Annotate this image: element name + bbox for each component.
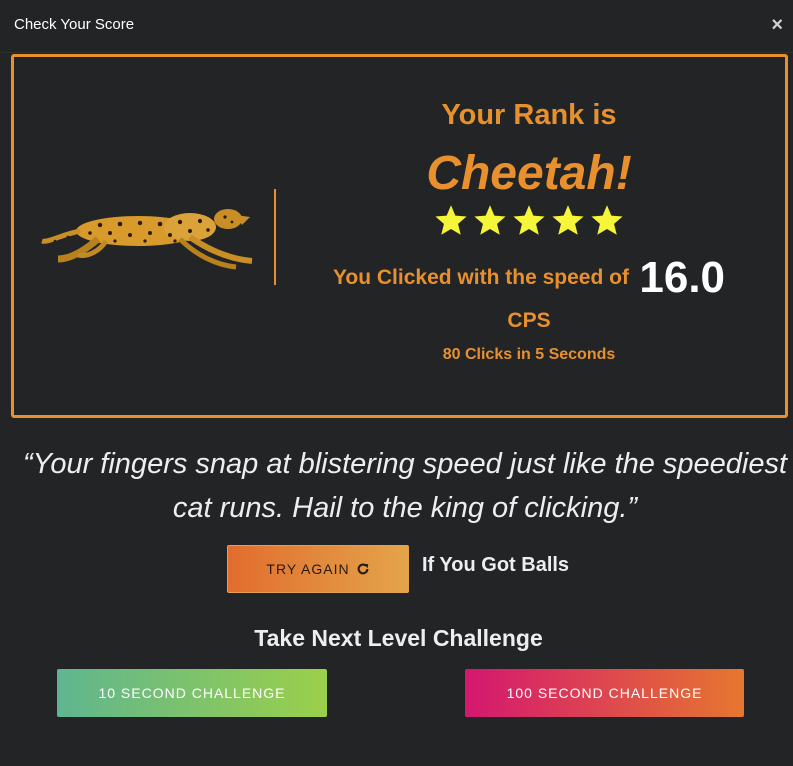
balls-text: If You Got Balls bbox=[422, 554, 570, 576]
score-panel: Your Rank is Cheetah! You Clicked with t… bbox=[11, 54, 788, 418]
star-rating bbox=[284, 203, 774, 239]
modal-title: Check Your Score bbox=[14, 16, 135, 33]
close-icon[interactable]: × bbox=[771, 15, 783, 35]
cheetah-image bbox=[41, 209, 253, 270]
divider bbox=[274, 189, 276, 285]
rank-name: Cheetah! bbox=[426, 147, 632, 200]
star-icon bbox=[435, 205, 467, 235]
speed-line: You Clicked with the speed of 16.0 bbox=[284, 253, 774, 303]
star-icon bbox=[591, 205, 623, 235]
try-again-label: TRY AGAIN bbox=[266, 561, 350, 577]
next-level-title: Take Next Level Challenge bbox=[254, 625, 543, 651]
speed-label: You Clicked with the speed of bbox=[332, 266, 629, 289]
quote-line-2: cat runs. Hail to the king of clicking.” bbox=[172, 492, 638, 524]
modal-header: Check Your Score × bbox=[0, 0, 793, 53]
quote-text: “Your fingers snap at blistering speed j… bbox=[0, 442, 793, 530]
star-icon bbox=[513, 205, 545, 235]
try-again-button[interactable]: TRY AGAIN bbox=[227, 545, 409, 593]
clicks-summary: 80 Clicks in 5 Seconds bbox=[442, 346, 616, 363]
ten-second-challenge-button[interactable]: 10 SECOND CHALLENGE bbox=[57, 669, 327, 717]
star-icon bbox=[552, 205, 584, 235]
rank-title: Your Rank is bbox=[441, 99, 617, 131]
speed-value: 16.0 bbox=[639, 253, 726, 302]
quote-line-1: “Your fingers snap at blistering speed j… bbox=[22, 448, 788, 480]
refresh-icon bbox=[357, 563, 369, 575]
quote: “Your fingers snap at blistering speed j… bbox=[0, 442, 793, 532]
hundred-second-challenge-button[interactable]: 100 SECOND CHALLENGE bbox=[465, 669, 744, 717]
star-icon bbox=[474, 205, 506, 235]
speed-unit: CPS bbox=[507, 309, 551, 332]
